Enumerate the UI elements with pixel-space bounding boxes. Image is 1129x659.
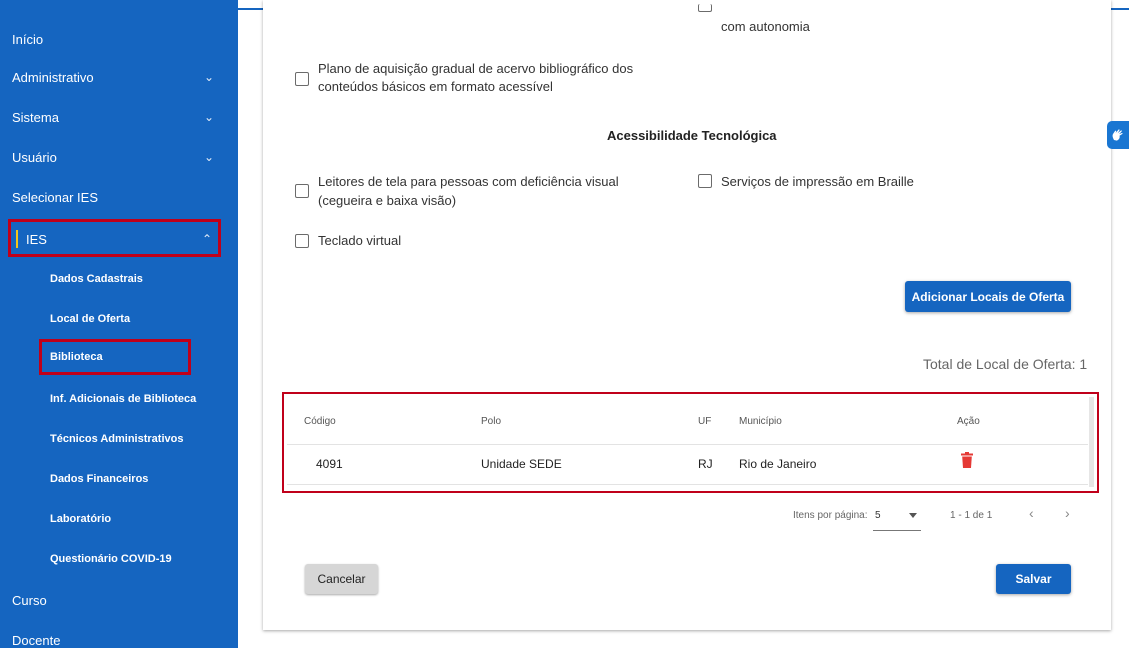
sidebar-item-label: Administrativo — [12, 69, 94, 85]
sidebar-subitem-local-de-oferta[interactable]: Local de Oferta — [50, 313, 130, 325]
select-underline — [873, 530, 921, 531]
cell-uf: RJ — [698, 457, 713, 471]
sign-language-icon — [1112, 129, 1123, 141]
sidebar-item-sistema[interactable]: Sistema ⌄ — [0, 98, 238, 136]
delete-icon[interactable] — [961, 452, 973, 468]
chevron-up-icon: ⌃ — [201, 232, 213, 246]
checkbox-label-autonomia: com autonomia — [721, 19, 810, 34]
sidebar-item-label: Início — [12, 31, 44, 47]
table-scrollbar[interactable] — [1089, 397, 1094, 487]
checkbox-braille[interactable] — [698, 174, 712, 188]
sidebar-item-usuario[interactable]: Usuário ⌄ — [0, 138, 238, 176]
sidebar-item-administrativo[interactable]: Administrativo ⌄ — [0, 58, 238, 96]
column-header-polo[interactable]: Polo — [481, 416, 501, 427]
checkbox-label: Leitores de tela para pessoas com defici… — [318, 174, 619, 189]
sidebar-item-docente[interactable]: Docente — [0, 621, 238, 659]
sidebar-subitem-questionario-covid[interactable]: Questionário COVID-19 — [50, 553, 172, 565]
sidebar-item-label: Docente — [12, 632, 61, 648]
checkbox-teclado-virtual[interactable] — [295, 234, 309, 248]
chevron-down-icon: ⌄ — [203, 150, 215, 164]
sidebar-subitem-dados-financeiros[interactable]: Dados Financeiros — [50, 473, 148, 485]
column-header-uf[interactable]: UF — [698, 416, 711, 427]
checkbox-label: conteúdos básicos em formato acessível — [318, 79, 553, 94]
sidebar-subitem-inf-adicionais[interactable]: Inf. Adicionais de Biblioteca — [50, 393, 196, 405]
dropdown-arrow-icon[interactable] — [909, 513, 917, 518]
add-locais-oferta-button[interactable]: Adicionar Locais de Oferta — [905, 281, 1071, 312]
cell-municipio: Rio de Janeiro — [739, 457, 817, 471]
sidebar-item-ies[interactable]: IES ⌃ — [0, 220, 238, 258]
header-divider — [287, 444, 1088, 445]
cell-codigo: 4091 — [316, 457, 343, 471]
column-header-municipio[interactable]: Município — [739, 416, 782, 427]
sidebar-subitem-biblioteca[interactable]: Biblioteca — [50, 351, 103, 363]
sidebar-item-label: Usuário — [12, 149, 57, 165]
row-divider — [287, 484, 1088, 485]
total-local-oferta: Total de Local de Oferta: 1 — [923, 356, 1088, 372]
sidebar-item-curso[interactable]: Curso — [0, 581, 238, 619]
checkbox-label: Teclado virtual — [318, 233, 402, 248]
column-header-acao: Ação — [957, 416, 980, 427]
cancel-button[interactable]: Cancelar — [305, 564, 378, 594]
save-button[interactable]: Salvar — [996, 564, 1071, 594]
chevron-down-icon: ⌄ — [203, 110, 215, 124]
checkbox-label: (cegueira e baixa visão) — [318, 193, 457, 208]
sidebar-subitem-tecnicos[interactable]: Técnicos Administrativos — [50, 433, 183, 445]
column-header-codigo[interactable]: Código — [304, 416, 336, 427]
checkbox-leitores-de-tela[interactable] — [295, 184, 309, 198]
sidebar-item-selecionar-ies[interactable]: Selecionar IES — [0, 178, 238, 216]
page-range: 1 - 1 de 1 — [950, 510, 993, 521]
cell-polo: Unidade SEDE — [481, 457, 562, 471]
table-highlight-box — [282, 392, 1099, 493]
page-size-select[interactable]: 5 — [875, 510, 881, 521]
prev-page-icon[interactable]: ‹ — [1029, 505, 1034, 521]
sidebar: Início Administrativo ⌄ Sistema ⌄ Usuári… — [0, 0, 238, 648]
sidebar-subitem-dados-cadastrais[interactable]: Dados Cadastrais — [50, 273, 143, 285]
sidebar-item-label: Selecionar IES — [12, 189, 98, 205]
sidebar-item-label: Sistema — [12, 109, 59, 125]
checkbox-acervo-acessivel[interactable] — [295, 72, 309, 86]
chevron-down-icon: ⌄ — [203, 70, 215, 84]
accessibility-widget-button[interactable] — [1107, 121, 1129, 149]
section-title: Acessibilidade Tecnológica — [607, 128, 777, 143]
sidebar-item-label: IES — [26, 231, 47, 247]
checkbox-label: Plano de aquisição gradual de acervo bib… — [318, 61, 634, 76]
sidebar-item-label: Curso — [12, 592, 47, 608]
checkbox-partial[interactable] — [698, 4, 712, 12]
next-page-icon[interactable]: › — [1065, 505, 1070, 521]
checkbox-label: Serviços de impressão em Braille — [721, 174, 914, 189]
sidebar-subitem-laboratorio[interactable]: Laboratório — [50, 513, 111, 525]
sidebar-item-inicio[interactable]: Início — [0, 20, 238, 58]
items-per-page-label: Itens por página: — [793, 510, 868, 521]
